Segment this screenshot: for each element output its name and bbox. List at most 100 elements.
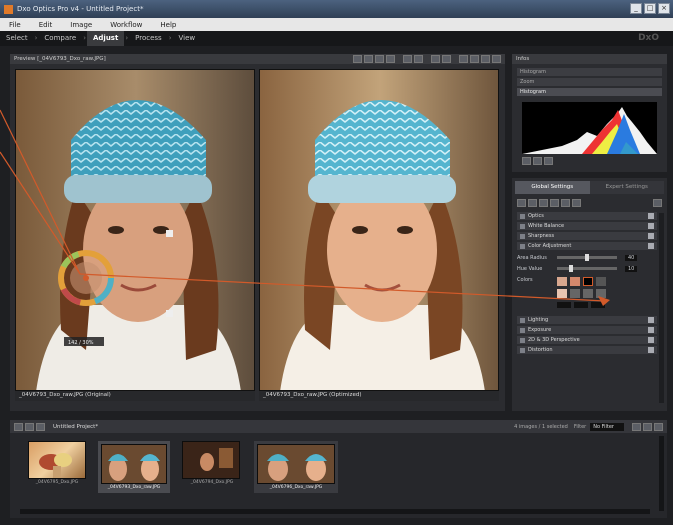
settings-toolbar (517, 199, 662, 207)
crop-tool-button[interactable] (481, 55, 490, 63)
maximize-button[interactable]: □ (644, 3, 656, 14)
marker-icon[interactable] (166, 230, 173, 237)
value-field[interactable] (591, 302, 605, 308)
section-optics[interactable]: Optics (517, 212, 657, 220)
thumbnail-item-selected[interactable]: _04V6793_Dxo_raw.JPG (98, 441, 170, 493)
original-image[interactable]: 142 / 30% (15, 69, 255, 391)
step-process[interactable]: Process (129, 31, 168, 46)
menu-workflow[interactable]: Workflow (101, 21, 151, 29)
swatch-remove-icon[interactable] (596, 289, 606, 298)
color-swatch[interactable] (557, 289, 567, 298)
color-swatch[interactable] (557, 277, 567, 286)
settings-scrollbar[interactable] (659, 213, 664, 403)
hue-value-value[interactable]: 10 (625, 265, 638, 272)
copy-settings-button[interactable] (550, 199, 559, 207)
compare-view-button[interactable] (442, 55, 451, 63)
title-bar: Dxo Optics Pro v4 - Untitled Project* _ … (0, 0, 673, 18)
tab-expert-settings[interactable]: Expert Settings (589, 181, 664, 194)
add-images-button[interactable] (14, 422, 23, 431)
picker-tool-button[interactable] (492, 55, 501, 63)
thumbnail-label: _04V6794_Dxo.JPG (190, 480, 234, 485)
value-field[interactable] (574, 302, 588, 308)
save-preset-button[interactable] (653, 199, 662, 207)
filter-select[interactable]: No Filter (590, 422, 624, 431)
remove-images-button[interactable] (25, 422, 34, 431)
redo-button[interactable] (539, 199, 548, 207)
section-white-balance[interactable]: White Balance (517, 222, 657, 230)
tab-global-settings[interactable]: Global Settings (515, 181, 590, 194)
reset-button[interactable] (572, 199, 581, 207)
checkbox-icon (520, 223, 525, 229)
thumbnail-item[interactable]: _04V6795_Dxo.JPG (28, 441, 86, 493)
single-view-button[interactable] (431, 55, 440, 63)
paste-settings-button[interactable] (561, 199, 570, 207)
section-label: White Balance (528, 223, 565, 229)
expand-icon (648, 223, 654, 229)
section-label: Color Adjustment (528, 243, 572, 249)
area-radius-value[interactable]: 40 (625, 254, 638, 261)
vertical-scrollbar[interactable] (659, 436, 664, 511)
menu-help[interactable]: Help (151, 21, 185, 29)
rotate-right-button[interactable] (414, 55, 423, 63)
histogram-rgb-button[interactable] (544, 157, 553, 165)
value-field[interactable] (557, 302, 571, 308)
preview-title: Preview [_04V6793_Dxo_raw.JPG] (14, 56, 106, 62)
expand-icon (648, 347, 654, 353)
settings-list: Optics White Balance Sharpness Color Adj… (517, 212, 657, 354)
zoom-button[interactable] (386, 55, 395, 63)
histogram-channel-button[interactable] (522, 157, 531, 165)
thumbnail-item[interactable]: _04V6794_Dxo.JPG (182, 441, 242, 493)
menu-edit[interactable]: Edit (30, 21, 62, 29)
loupe-tool-button[interactable] (470, 55, 479, 63)
hue-value-slider[interactable] (557, 265, 617, 272)
step-view[interactable]: View (173, 31, 202, 46)
swatch-remove-icon[interactable] (570, 289, 580, 298)
large-view-button[interactable] (654, 422, 663, 431)
slider-thumb-icon (569, 265, 573, 272)
section-exposure[interactable]: Exposure (517, 326, 657, 334)
color-swatch[interactable] (570, 277, 580, 286)
area-radius-slider[interactable] (557, 254, 617, 261)
slider-thumb-icon (585, 254, 589, 261)
section-distortion[interactable]: Distortion (517, 346, 657, 354)
close-button[interactable]: × (658, 3, 670, 14)
project-menu-button[interactable] (36, 422, 45, 431)
nav-next-button[interactable] (364, 55, 373, 63)
thumbnail-scrollbar[interactable] (20, 509, 650, 514)
section-label: Optics (528, 213, 544, 219)
menu-image[interactable]: Image (61, 21, 101, 29)
info-item[interactable]: Histogram (517, 68, 662, 76)
section-lighting[interactable]: Lighting (517, 316, 657, 324)
color-swatch[interactable] (583, 277, 593, 286)
optimized-image[interactable] (259, 69, 499, 391)
project-panel: Untitled Project* 4 images / 1 selected … (10, 420, 667, 518)
list-view-button[interactable] (643, 422, 652, 431)
expand-icon (648, 327, 654, 333)
area-radius-row: Area Radius 40 (517, 253, 657, 262)
info-item[interactable]: Zoom (517, 78, 662, 86)
marker-icon[interactable] (166, 310, 173, 317)
step-compare[interactable]: Compare (38, 31, 82, 46)
preset-button[interactable] (517, 199, 526, 207)
settings-panel: Global Settings Expert Settings Optics W… (512, 178, 667, 411)
color-swatch[interactable] (596, 277, 606, 286)
grid-view-button[interactable] (632, 422, 641, 431)
thumbnail-image (257, 444, 335, 484)
menu-file[interactable]: File (0, 21, 30, 29)
section-color-adjustment[interactable]: Color Adjustment (517, 242, 657, 250)
histogram-label: Histogram (517, 88, 662, 96)
histogram-graphic (522, 102, 657, 154)
undo-button[interactable] (528, 199, 537, 207)
step-select[interactable]: Select (0, 31, 34, 46)
swatch-remove-icon[interactable] (583, 289, 593, 298)
histogram-luminance-button[interactable] (533, 157, 542, 165)
rotate-left-button[interactable] (403, 55, 412, 63)
minimize-button[interactable]: _ (630, 3, 642, 14)
nav-prev-button[interactable] (353, 55, 362, 63)
step-adjust[interactable]: Adjust (87, 31, 125, 46)
thumbnail-item[interactable]: _04V6796_Dxo_raw.JPG (254, 441, 338, 493)
hand-tool-button[interactable] (459, 55, 468, 63)
section-perspective[interactable]: 2D & 3D Perspective (517, 336, 657, 344)
fit-button[interactable] (375, 55, 384, 63)
section-sharpness[interactable]: Sharpness (517, 232, 657, 240)
